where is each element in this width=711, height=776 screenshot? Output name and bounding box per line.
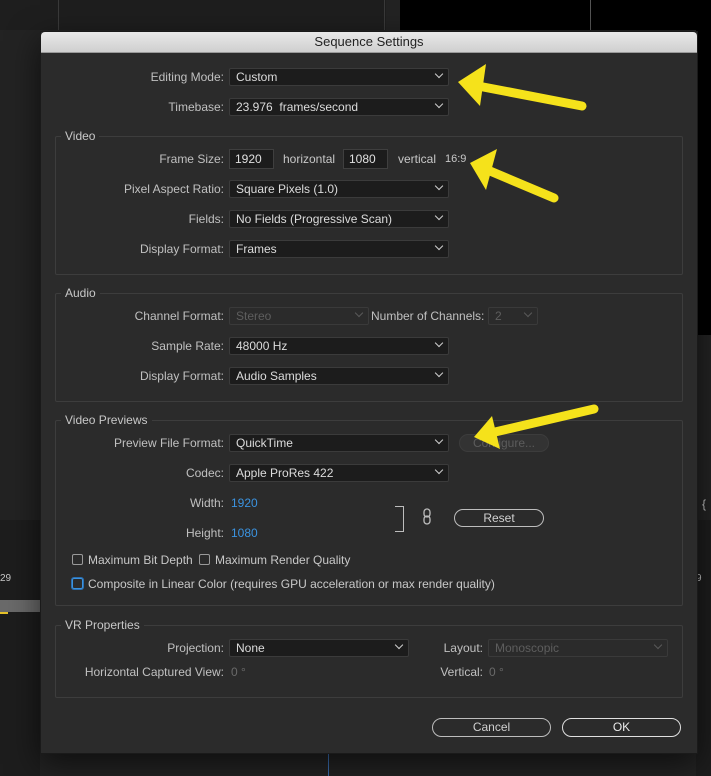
annotation-arrow-aspect-ratio — [470, 149, 559, 203]
annotation-arrow-editing-mode — [458, 64, 587, 111]
annotation-arrows — [458, 64, 599, 449]
annotation-arrow-configure — [474, 404, 599, 449]
